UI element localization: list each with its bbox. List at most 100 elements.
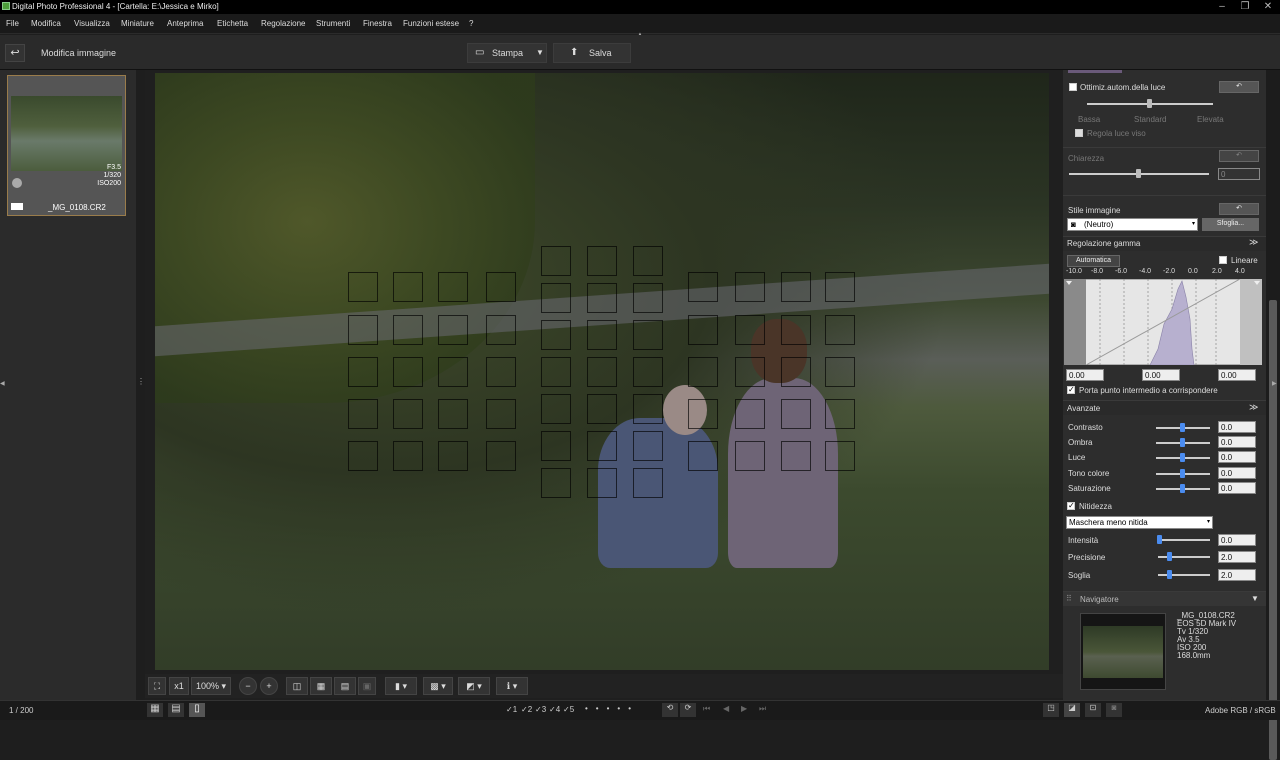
print-button[interactable]: ▭ Stampa ▼	[467, 43, 547, 63]
background-color-icon[interactable]: ▮ ▾	[385, 677, 417, 695]
clarity-slider-knob[interactable]	[1136, 169, 1141, 178]
clarity-value[interactable]: 0	[1218, 168, 1260, 180]
linear-checkbox[interactable]	[1219, 256, 1227, 264]
rating-4[interactable]: ✓4	[549, 705, 560, 714]
gamma-white-point[interactable]: 0.00	[1218, 369, 1256, 381]
gamma-auto-button[interactable]: Automatica	[1067, 255, 1120, 267]
sync-view-icon[interactable]: ▣	[358, 677, 376, 695]
rating-2[interactable]: ✓2	[521, 705, 532, 714]
menu-etichetta[interactable]: Etichetta	[217, 19, 248, 28]
list-view-icon[interactable]: ▤	[168, 703, 184, 717]
highlight-warning-icon[interactable]: ◩ ▾	[458, 677, 490, 695]
menu-file[interactable]: File	[6, 19, 19, 28]
sharp-row-value[interactable]: 2.0	[1218, 551, 1256, 563]
panel-splitter-handle[interactable]: ⋮	[137, 377, 145, 386]
alo-slider-knob[interactable]	[1147, 99, 1152, 108]
layout-2-icon[interactable]: ◪	[1064, 703, 1080, 717]
camera-icon[interactable]: ◙	[1106, 703, 1122, 717]
menu-strumenti[interactable]: Strumenti	[316, 19, 350, 28]
menu-regolazione[interactable]: Regolazione	[261, 19, 305, 28]
rotate-left-icon[interactable]: ⟲	[662, 703, 678, 717]
gamma-histogram[interactable]	[1064, 279, 1262, 365]
af-point	[633, 431, 663, 461]
grid-view-icon[interactable]: ▦	[147, 703, 163, 717]
adv-row-value[interactable]: 0.0	[1218, 482, 1256, 494]
sharp-row-knob[interactable]	[1157, 535, 1162, 544]
menu-miniature[interactable]: Miniature	[121, 19, 154, 28]
layout-1-icon[interactable]: ◳	[1043, 703, 1059, 717]
navigator-dropdown-icon[interactable]: ▼	[1251, 594, 1259, 603]
adv-row-value[interactable]: 0.0	[1218, 436, 1256, 448]
navigator-thumbnail[interactable]	[1080, 613, 1166, 690]
sharp-row-slider[interactable]	[1158, 539, 1210, 541]
prev-image-icon[interactable]: ◀	[723, 704, 729, 713]
single-view-icon[interactable]: ◫	[286, 677, 308, 695]
sharpness-mode-select[interactable]: Maschera meno nitida ▾	[1066, 516, 1213, 529]
adv-row-knob[interactable]	[1180, 484, 1185, 493]
left-collapse-icon[interactable]: ◀	[0, 380, 5, 387]
face-light-checkbox[interactable]	[1075, 129, 1083, 137]
minimize-icon[interactable]: –	[1212, 1, 1232, 12]
single-view-icon[interactable]: ▯	[189, 703, 205, 717]
back-icon[interactable]: ↩	[5, 44, 25, 62]
adv-row-value[interactable]: 0.0	[1218, 467, 1256, 479]
thumbnail-item[interactable]: F3.5 1/320 ISO200 _MG_0108.CR2	[7, 75, 126, 216]
sharp-row-value[interactable]: 0.0	[1218, 534, 1256, 546]
fit-screen-icon[interactable]: ⛶	[148, 677, 166, 695]
menu-help[interactable]: ?	[469, 19, 473, 28]
adv-row-knob[interactable]	[1180, 469, 1185, 478]
alo-reset-icon[interactable]: ↶	[1219, 81, 1259, 93]
next-image-icon[interactable]: ▶	[741, 704, 747, 713]
gamma-black-point[interactable]: 0.00	[1066, 369, 1104, 381]
print-dropdown-icon[interactable]: ▼	[536, 48, 544, 57]
layout-3-icon[interactable]: ⊡	[1085, 703, 1101, 717]
rating-1[interactable]: ✓1	[506, 705, 517, 714]
zoom-select[interactable]: 100% ▾	[191, 677, 231, 695]
zoom-x1-button[interactable]: x1	[169, 677, 189, 695]
rating-3[interactable]: ✓3	[535, 705, 546, 714]
alo-checkbox[interactable]	[1069, 83, 1077, 91]
maximize-icon[interactable]: ❐	[1235, 1, 1255, 12]
menu-modifica[interactable]: Modifica	[31, 19, 61, 28]
menu-visualizza[interactable]: Visualizza	[74, 19, 110, 28]
style-reset-icon[interactable]: ↶	[1219, 203, 1259, 215]
adv-row-knob[interactable]	[1180, 453, 1185, 462]
browse-button[interactable]: Sfoglia...	[1202, 218, 1259, 231]
adv-row-knob[interactable]	[1180, 423, 1185, 432]
menu-anteprima[interactable]: Anteprima	[167, 19, 203, 28]
menu-finestra[interactable]: Finestra	[363, 19, 392, 28]
sharp-row-knob[interactable]	[1167, 552, 1172, 561]
scrollbar-thumb[interactable]	[1269, 300, 1277, 760]
rotate-right-icon[interactable]: ⟳	[680, 703, 696, 717]
sharpness-checkbox[interactable]	[1067, 501, 1075, 510]
sharp-row-value[interactable]: 2.0	[1218, 569, 1256, 581]
main-photo[interactable]	[155, 73, 1049, 670]
match-midpoint-checkbox[interactable]	[1067, 385, 1075, 394]
zoom-in-icon[interactable]: +	[260, 677, 278, 695]
adv-row-knob[interactable]	[1180, 438, 1185, 447]
zoom-out-icon[interactable]: −	[239, 677, 257, 695]
adv-row-value[interactable]: 0.0	[1218, 421, 1256, 433]
collapse-chevron-icon[interactable]: ≫	[1249, 402, 1258, 413]
af-points-icon[interactable]: ▩ ▾	[423, 677, 453, 695]
sharp-row-slider[interactable]	[1158, 556, 1210, 558]
menu-funzioni-estese[interactable]: Funzioni estese	[403, 19, 459, 28]
right-collapse-icon[interactable]: ▶	[1272, 380, 1277, 387]
star-dots-icon[interactable]: •••••	[585, 704, 639, 713]
picture-style-select[interactable]: ◙ (Neutro) ▾	[1067, 218, 1198, 231]
last-image-icon[interactable]: ⏭	[759, 704, 766, 714]
adv-row-value[interactable]: 0.0	[1218, 451, 1256, 463]
compare-view-icon[interactable]: ▦	[310, 677, 332, 695]
clarity-reset-icon[interactable]: ↶	[1219, 150, 1259, 162]
split-view-icon[interactable]: ▤	[334, 677, 356, 695]
sharp-row-knob[interactable]	[1167, 570, 1172, 579]
first-image-icon[interactable]: ⏮	[703, 704, 710, 714]
rating-5[interactable]: ✓5	[563, 705, 574, 714]
collapse-chevron-icon[interactable]: ≫	[1249, 237, 1258, 248]
info-icon[interactable]: ℹ ▾	[496, 677, 528, 695]
save-button[interactable]: ⬆ Salva	[553, 43, 631, 63]
close-icon[interactable]: ✕	[1258, 1, 1278, 12]
divider	[1063, 195, 1266, 196]
gamma-mid-point[interactable]: 0.00	[1142, 369, 1180, 381]
sharp-row-slider[interactable]	[1158, 574, 1210, 576]
